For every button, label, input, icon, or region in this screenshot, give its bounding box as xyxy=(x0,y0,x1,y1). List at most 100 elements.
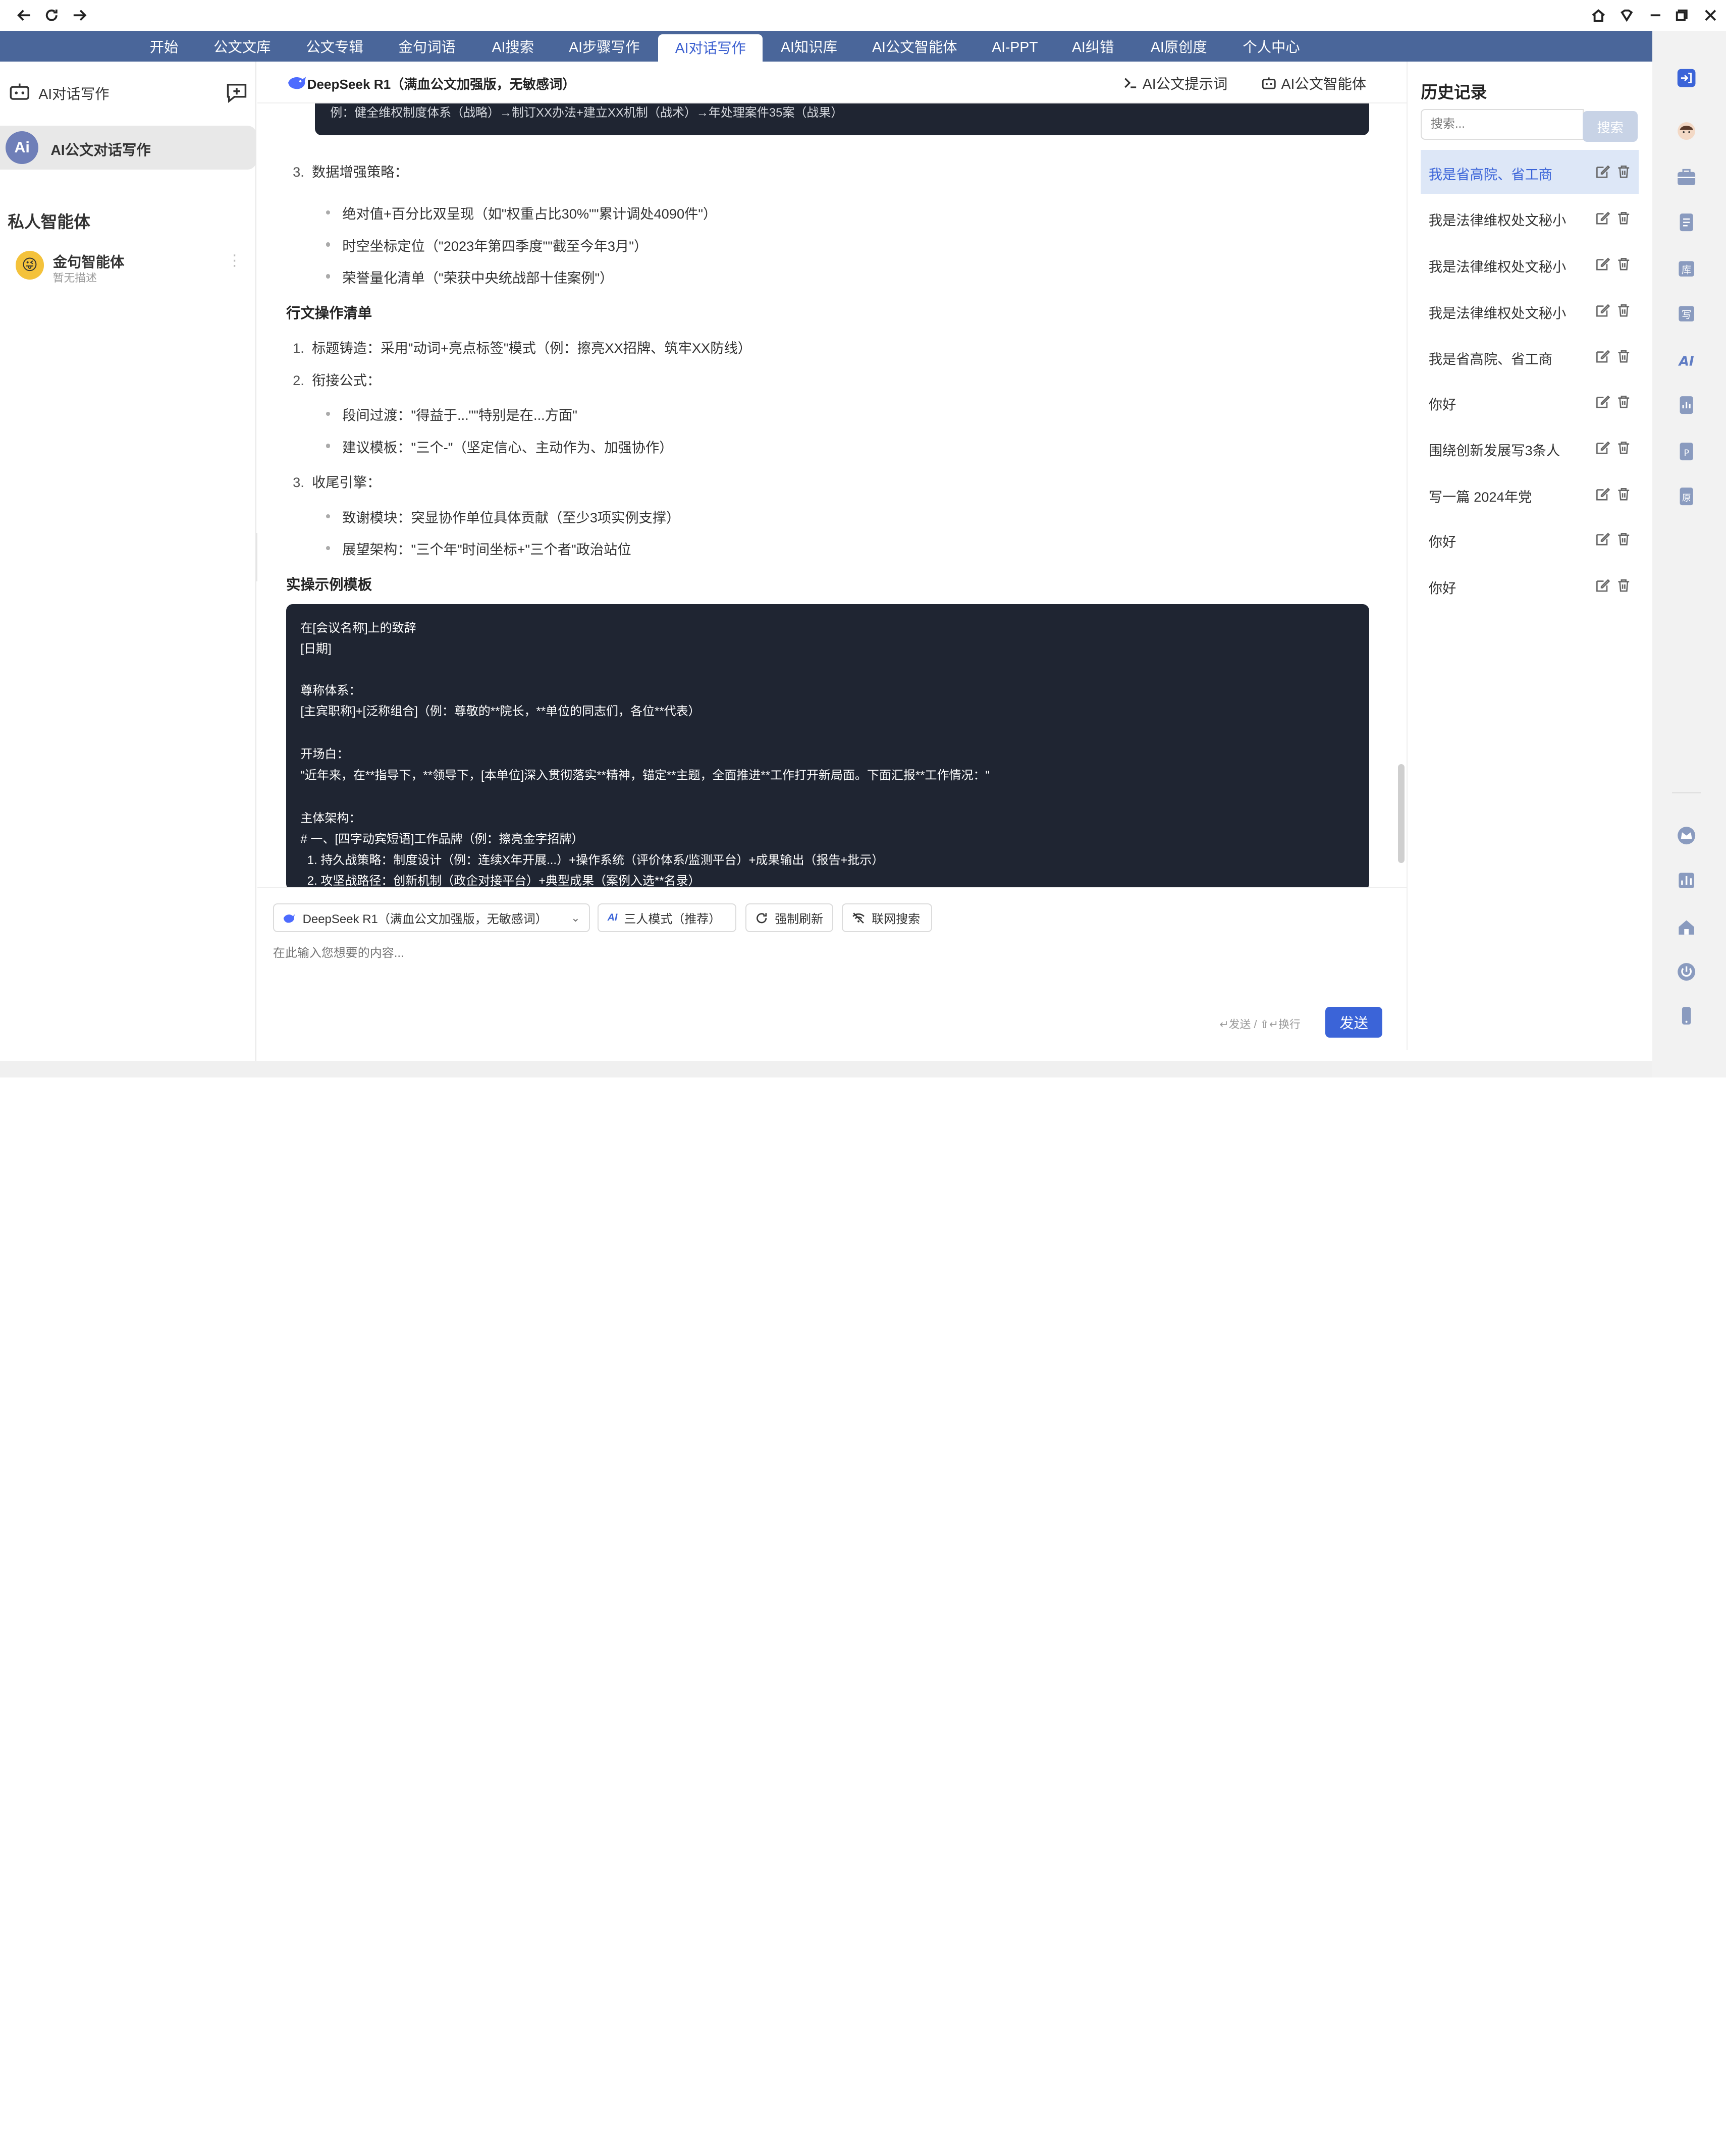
document-icon[interactable] xyxy=(1674,210,1698,235)
history-item[interactable]: 我是法律维权处文秘小 xyxy=(1421,242,1639,286)
sidebar-item-ai-doc-chat[interactable]: Ai AI公文对话写作 xyxy=(0,125,257,170)
library-icon[interactable]: 库 xyxy=(1674,256,1698,281)
avatar-icon[interactable] xyxy=(1674,119,1698,143)
history-search-button[interactable]: 搜索 xyxy=(1583,111,1638,142)
section3-item: 3. 数据增强策略： xyxy=(293,160,408,181)
delete-icon[interactable] xyxy=(1616,303,1632,318)
ppt-icon[interactable]: P xyxy=(1674,439,1698,463)
delete-icon[interactable] xyxy=(1616,164,1632,180)
nav-ai-proofread[interactable]: AI纠错 xyxy=(1068,31,1118,62)
history-item[interactable]: 你好 xyxy=(1421,564,1639,608)
bullet-dot xyxy=(326,411,331,416)
forward-icon[interactable] xyxy=(68,5,90,27)
chat-main: DeepSeek R1（满血公文加强版，无敏感词） AI公文提示词 AI公文智能… xyxy=(257,62,1407,1061)
edit-icon[interactable] xyxy=(1595,440,1610,456)
prompt-link[interactable]: AI公文提示词 xyxy=(1123,73,1228,93)
input-area: DeepSeek R1（满血公文加强版，无敏感词） ⌄ AI 三人模式（推荐） … xyxy=(257,887,1407,1061)
force-refresh-button[interactable]: 强制刷新 xyxy=(745,903,833,933)
briefcase-icon[interactable] xyxy=(1674,165,1698,189)
delete-icon[interactable] xyxy=(1616,531,1632,547)
stats-icon[interactable] xyxy=(1674,869,1698,893)
web-search-toggle[interactable]: 联网搜索 xyxy=(842,903,933,933)
list-number: 2. xyxy=(293,372,304,388)
edit-icon[interactable] xyxy=(1595,578,1610,594)
edit-icon[interactable] xyxy=(1595,349,1610,364)
mode-button[interactable]: AI 三人模式（推荐） xyxy=(598,903,737,933)
nav-golden-phrases[interactable]: 金句词语 xyxy=(394,31,460,62)
right-icon-rail: 库 写 AI P 原 xyxy=(1652,31,1726,1078)
prompt-link-label: AI公文提示词 xyxy=(1142,76,1228,92)
new-chat-icon[interactable] xyxy=(225,80,249,104)
chat-input[interactable] xyxy=(273,943,1374,963)
history-item[interactable]: 你好 xyxy=(1421,380,1639,423)
list-item: 展望架构："三个年"时间坐标+"三个者"政治站位 xyxy=(342,542,631,558)
nav-ai-step-writing[interactable]: AI步骤写作 xyxy=(564,31,645,62)
back-icon[interactable] xyxy=(13,5,35,27)
code-block-top: 例：健全维权制度体系（战略）→制订XX办法+建立XX机制（战术）→年处理案件35… xyxy=(314,103,1370,136)
home-icon[interactable] xyxy=(1587,5,1609,27)
deepseek-whale-icon xyxy=(288,77,306,89)
nav-ai-agent[interactable]: AI公文智能体 xyxy=(868,31,962,62)
agent-link[interactable]: AI公文智能体 xyxy=(1261,73,1366,93)
history-item[interactable]: 我是省高院、省工商 xyxy=(1421,335,1639,379)
delete-icon[interactable] xyxy=(1616,440,1632,456)
crown-icon[interactable] xyxy=(1674,823,1698,847)
list-item: 段间过渡："得益于...""特别是在...方面" xyxy=(342,407,577,423)
nav-ai-originality[interactable]: AI原创度 xyxy=(1145,31,1213,62)
history-item[interactable]: 我是法律维权处文秘小 xyxy=(1421,288,1639,332)
originality-icon[interactable]: 原 xyxy=(1674,484,1698,509)
delete-icon[interactable] xyxy=(1616,578,1632,594)
scrollbar[interactable] xyxy=(1397,764,1405,863)
send-button[interactable]: 发送 xyxy=(1325,1007,1383,1038)
agent-item[interactable]: 😜 金句智能体 暂无描述 ⋮ xyxy=(0,244,256,288)
code-line: 主体架构： xyxy=(300,811,361,825)
edit-icon[interactable] xyxy=(1595,256,1610,272)
history-item[interactable]: 我是法律维权处文秘小 xyxy=(1421,196,1639,240)
delete-icon[interactable] xyxy=(1616,349,1632,364)
more-icon[interactable]: ⋮ xyxy=(227,253,242,275)
home-icon[interactable] xyxy=(1674,914,1698,939)
edit-icon[interactable] xyxy=(1595,487,1610,502)
nav-start[interactable]: 开始 xyxy=(143,31,185,62)
web-search-label: 联网搜索 xyxy=(872,912,921,927)
ai-icon[interactable]: AI xyxy=(1674,348,1698,372)
delete-icon[interactable] xyxy=(1616,394,1632,410)
mode-label: 三人模式（推荐） xyxy=(624,912,721,927)
edit-icon[interactable] xyxy=(1595,164,1610,180)
write-icon[interactable]: 写 xyxy=(1674,302,1698,326)
nav-ai-ppt[interactable]: AI-PPT xyxy=(986,31,1043,62)
model-select[interactable]: DeepSeek R1（满血公文加强版，无敏感词） ⌄ xyxy=(273,903,590,933)
history-item[interactable]: 围绕创新发展写3条人 xyxy=(1421,426,1639,470)
history-item[interactable]: 我是省高院、省工商 xyxy=(1421,149,1639,194)
delete-icon[interactable] xyxy=(1616,256,1632,272)
nav-doc-library[interactable]: 公文文库 xyxy=(209,31,275,62)
power-icon[interactable] xyxy=(1674,960,1698,984)
history-item[interactable]: 你好 xyxy=(1421,517,1639,561)
delete-icon[interactable] xyxy=(1616,210,1632,226)
nav-ai-chat-writing[interactable]: AI对话写作 xyxy=(658,34,763,62)
restore-icon[interactable] xyxy=(1671,5,1693,27)
edit-icon[interactable] xyxy=(1595,210,1610,226)
close-icon[interactable] xyxy=(1699,5,1721,27)
history-item[interactable]: 写一篇 2024年党 xyxy=(1421,472,1639,516)
chevron-down-icon: ⌄ xyxy=(571,911,580,924)
login-icon[interactable] xyxy=(1672,64,1701,92)
nav-ai-knowledge[interactable]: AI知识库 xyxy=(775,31,843,62)
list-item: 建议模板："三个-"（坚定信心、主动作为、加强协作） xyxy=(342,439,673,455)
refresh-icon[interactable] xyxy=(41,5,63,27)
edit-icon[interactable] xyxy=(1595,531,1610,547)
bullet-dot xyxy=(326,514,331,519)
nav-doc-album[interactable]: 公文专辑 xyxy=(302,31,368,62)
history-search-input[interactable] xyxy=(1421,109,1584,140)
edit-icon[interactable] xyxy=(1595,394,1610,410)
favorite-icon[interactable] xyxy=(1616,5,1638,27)
edit-icon[interactable] xyxy=(1595,303,1610,318)
minimize-icon[interactable] xyxy=(1644,5,1666,27)
mobile-icon[interactable] xyxy=(1674,1004,1698,1028)
nav-ai-search[interactable]: AI搜索 xyxy=(487,31,540,62)
delete-icon[interactable] xyxy=(1616,487,1632,502)
report-icon[interactable] xyxy=(1674,393,1698,417)
top-nav: 开始 公文文库 公文专辑 金句词语 AI搜索 AI步骤写作 AI对话写作 AI知… xyxy=(0,31,1652,62)
window-titlebar xyxy=(0,0,1726,31)
nav-personal-center[interactable]: 个人中心 xyxy=(1237,31,1305,62)
